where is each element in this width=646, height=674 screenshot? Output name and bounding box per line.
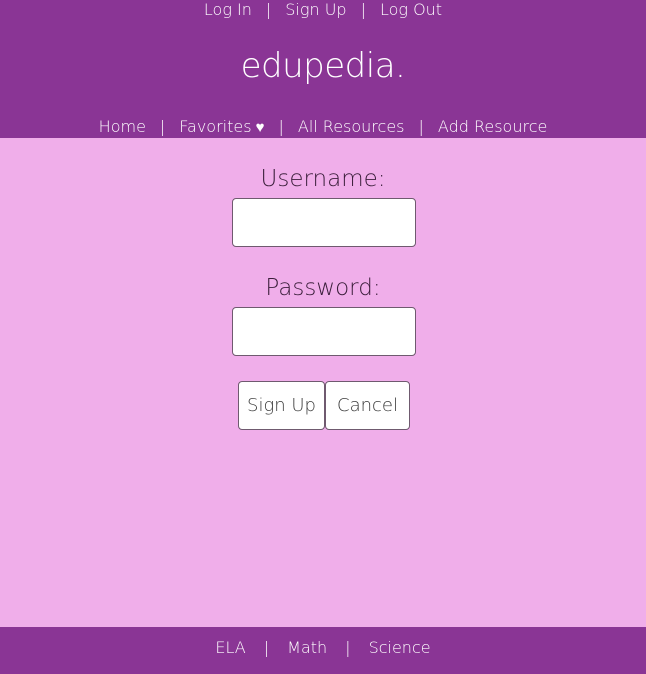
separator: | [278,116,284,136]
separator: | [345,638,351,657]
password-input[interactable] [232,307,416,356]
separator: | [159,116,166,136]
account-links: Log In | Sign Up | Log Out [0,0,646,20]
login-link[interactable]: Log In [204,0,252,20]
logout-link[interactable]: Log Out [380,0,442,20]
site-header: Log In | Sign Up | Log Out edupedia. Hom… [0,0,646,138]
username-input[interactable] [232,198,416,247]
site-footer: ELA | Math | Science [0,627,646,674]
footer-science-link[interactable]: Science [369,638,431,657]
footer-math-link[interactable]: Math [287,638,327,657]
signup-link[interactable]: Sign Up [285,0,346,20]
separator: | [263,638,270,657]
signup-button[interactable]: Sign Up [238,381,325,430]
separator: | [418,116,424,136]
heart-icon: ♥ [255,117,265,136]
footer-ela-link[interactable]: ELA [215,638,245,657]
nav-all-resources[interactable]: All Resources [298,117,405,136]
nav-home[interactable]: Home [99,117,146,136]
separator: | [360,0,366,19]
nav-favorites[interactable]: Favorites ♥ [179,117,264,136]
password-label: Password: [265,275,381,301]
main-nav: Home | Favorites ♥ | All Resources | Add … [0,115,646,137]
separator: | [265,0,272,19]
username-label: Username: [260,166,386,192]
nav-add-resource[interactable]: Add Resource [438,117,547,136]
site-logo[interactable]: edupedia. [0,46,646,86]
nav-favorites-label: Favorites [179,116,252,136]
cancel-button[interactable]: Cancel [325,381,410,430]
